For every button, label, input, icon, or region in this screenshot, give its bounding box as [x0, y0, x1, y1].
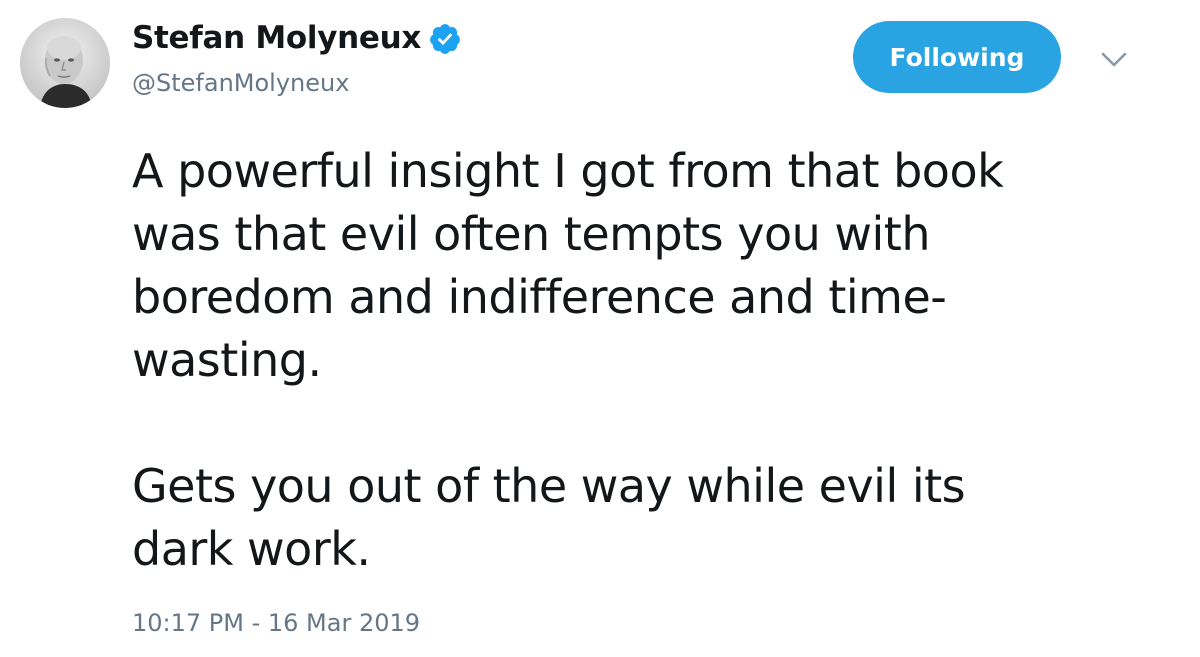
verified-badge-icon: [430, 24, 460, 54]
author-display-name[interactable]: Stefan Molyneux: [132, 20, 421, 56]
tweet-paragraph-2: Gets you out of the way while evil its d…: [132, 459, 966, 576]
chevron-down-icon[interactable]: [1100, 50, 1128, 70]
tweet-timestamp[interactable]: 10:17 PM - 16 Mar 2019: [132, 609, 420, 637]
author-handle[interactable]: @StefanMolyneux: [132, 69, 349, 97]
avatar-photo-icon: [20, 18, 110, 108]
tweet-paragraph-1: A powerful insight I got from that book …: [132, 144, 1004, 387]
following-button[interactable]: Following: [853, 21, 1061, 93]
author-avatar[interactable]: [20, 18, 110, 108]
tweet-card: Stefan Molyneux @StefanMolyneux Followin…: [0, 0, 1200, 657]
tweet-body: A powerful insight I got from that book …: [132, 140, 1182, 581]
